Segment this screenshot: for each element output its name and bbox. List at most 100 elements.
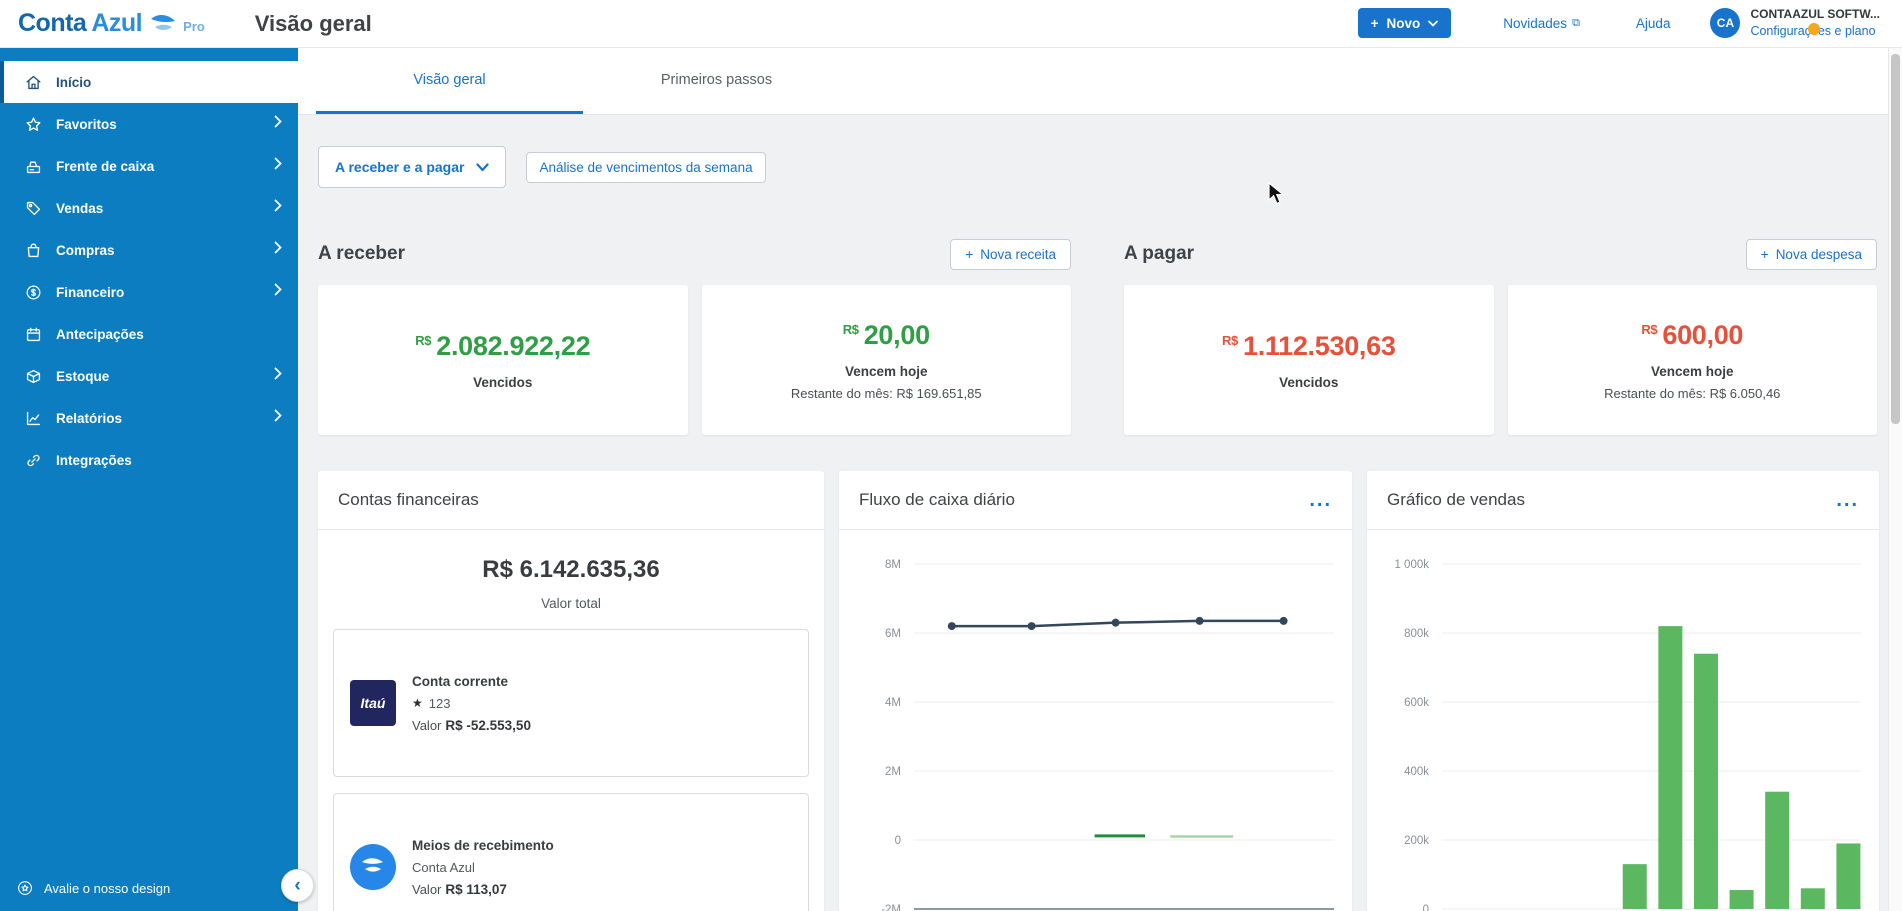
sidebar-item-integracoes[interactable]: Integrações [0, 439, 298, 481]
svg-text:0: 0 [1423, 904, 1429, 911]
sidebar-item-financeiro[interactable]: Financeiro [0, 271, 298, 313]
payable-today-label: Vencem hoje [1650, 363, 1734, 379]
chevron-right-icon [274, 157, 282, 175]
receivable-title: A receber [318, 243, 405, 264]
account-value: R$ 113,07 [445, 881, 507, 897]
avatar[interactable]: CA [1710, 8, 1741, 39]
brand-conta: Conta [18, 9, 87, 37]
cashflow-panel-title: Fluxo de caixa diário [859, 490, 1015, 509]
svg-text:2M: 2M [885, 766, 901, 778]
itau-logo: Itaú [350, 680, 396, 726]
chevron-right-icon [274, 199, 282, 217]
account-name: Conta corrente [412, 673, 509, 689]
vertical-scrollbar[interactable] [1888, 48, 1902, 911]
receivable-overdue-amount: 2.082.922,22 [436, 330, 591, 361]
receivable-overdue-label: Vencidos [473, 374, 533, 390]
star-circle-icon [16, 879, 34, 897]
account-bank: Conta Azul [412, 859, 475, 875]
chevron-right-icon [274, 283, 282, 301]
receivable-overdue-card[interactable]: R$ 2.082.922,22 Vencidos [318, 285, 688, 435]
shopping-bag-icon [24, 241, 43, 260]
receivable-today-label: Vencem hoje [844, 363, 928, 379]
chevron-down-icon [476, 162, 490, 172]
rate-design-link[interactable]: Avalie o nosso design [16, 879, 170, 897]
brand-azul: Azul [91, 9, 143, 37]
accounts-total: R$ 6.142.635,36 [482, 556, 660, 583]
sidebar-item-frente-de-caixa[interactable]: Frente de caixa [0, 145, 298, 187]
sidebar-item-compras[interactable]: Compras [0, 229, 298, 271]
account-name: Meios de recebimento [412, 837, 554, 853]
accounts-panel: Contas financeiras R$ 6.142.635,36 Valor… [318, 471, 824, 911]
main-content: Visão geral Primeiros passos A receber e… [298, 48, 1888, 911]
plus-icon: + [1760, 246, 1769, 262]
receivable-month-rest: Restante do mês: R$ 169.651,85 [790, 385, 982, 401]
page-title: Visão geral [254, 10, 372, 36]
svg-text:-2M: -2M [881, 904, 901, 911]
sidebar-item-relatorios[interactable]: Relatórios [0, 397, 298, 439]
sidebar-item-inicio[interactable]: Início [0, 61, 298, 103]
receivable-section: A receber + Nova receita R$ 2.082.922,22 … [318, 238, 1071, 435]
account-rating: 123 [428, 695, 451, 711]
receber-pagar-dropdown[interactable]: A receber e a pagar [318, 146, 507, 188]
payable-overdue-amount: 1.112.530,63 [1242, 330, 1396, 361]
sales-panel-title: Gráfico de vendas [1387, 490, 1525, 509]
chevron-right-icon [274, 409, 282, 427]
svg-text:200k: 200k [1404, 835, 1429, 847]
tag-icon [24, 199, 43, 218]
receivable-today-amount: 20,00 [863, 319, 930, 350]
cash-register-icon [24, 157, 43, 176]
payable-today-card[interactable]: R$ 600,00 Vencem hoje Restante do mês: R$… [1507, 285, 1877, 435]
nova-receita-button[interactable]: + Nova receita [950, 238, 1071, 270]
brand-logo[interactable]: Conta Azul Pro [18, 9, 205, 38]
contaazul-logo-icon [350, 844, 396, 890]
svg-text:800k: 800k [1404, 628, 1429, 640]
account-item-contaazul[interactable]: Meios de recebimento Conta Azul Valor R$ … [333, 793, 809, 911]
external-link-icon: ⧉ [1572, 16, 1580, 29]
cashflow-panel: Fluxo de caixa diário ... 8M 6M 4M 2M 0 -2M [839, 471, 1352, 911]
sales-menu-button[interactable]: ... [1836, 490, 1859, 510]
sales-chart: 1 000k 800k 600k 400k 200k 0 [1367, 530, 1879, 911]
chevron-down-icon [1428, 20, 1439, 27]
chevron-right-icon [274, 367, 282, 385]
payable-today-amount: 600,00 [1662, 319, 1744, 350]
svg-text:4M: 4M [885, 697, 901, 709]
svg-text:1 000k: 1 000k [1394, 559, 1429, 571]
calendar-icon [24, 325, 43, 344]
tab-visao-geral[interactable]: Visão geral [316, 48, 583, 114]
payable-overdue-label: Vencidos [1279, 374, 1339, 390]
accounts-total-label: Valor total [541, 596, 601, 611]
analise-vencimentos-button[interactable]: Análise de vencimentos da semana [526, 151, 766, 183]
payable-section: A pagar + Nova despesa R$ 1.112.530,63 Ve… [1124, 238, 1877, 435]
cashflow-menu-button[interactable]: ... [1309, 490, 1332, 510]
tab-primeiros-passos[interactable]: Primeiros passos [583, 48, 850, 114]
sidebar-item-antecipacoes[interactable]: Antecipações [0, 313, 298, 355]
novo-button[interactable]: + Novo [1357, 8, 1452, 39]
chevron-right-icon [274, 115, 282, 133]
company-name: CONTAAZUL SOFTW... [1750, 7, 1880, 22]
plus-icon: + [1370, 15, 1379, 31]
accounts-panel-title: Contas financeiras [338, 490, 479, 509]
nova-despesa-button[interactable]: + Nova despesa [1745, 238, 1877, 270]
account-block: CONTAAZUL SOFTW... Configurações e plano [1750, 6, 1880, 40]
svg-text:8M: 8M [885, 559, 901, 571]
sidebar-item-estoque[interactable]: Estoque [0, 355, 298, 397]
tab-bar: Visão geral Primeiros passos [298, 48, 1888, 115]
star-icon: ★ [412, 696, 423, 710]
sales-panel: Gráfico de vendas ... 1 000k 800k 600k 400k… [1367, 471, 1879, 911]
account-item-itau[interactable]: Itaú Conta corrente ★ 123 Valor R$ -52.55… [333, 629, 809, 777]
sidebar: Início Favoritos Frente de caixa Vendas … [0, 48, 314, 911]
receivable-today-card[interactable]: R$ 20,00 Vencem hoje Restante do mês: R$ … [701, 285, 1071, 435]
svg-text:400k: 400k [1404, 766, 1429, 778]
contaazul-swoosh-icon [148, 12, 178, 36]
box-icon [24, 367, 43, 386]
collapse-sidebar-button[interactable]: ‹ [281, 869, 314, 902]
scrollbar-thumb[interactable] [1891, 54, 1900, 424]
sidebar-item-vendas[interactable]: Vendas [0, 187, 298, 229]
novidades-link[interactable]: Novidades ⧉ [1503, 16, 1580, 31]
ajuda-link[interactable]: Ajuda [1636, 16, 1671, 31]
home-icon [24, 73, 43, 92]
payable-month-rest: Restante do mês: R$ 6.050,46 [1604, 385, 1781, 401]
sidebar-item-favoritos[interactable]: Favoritos [0, 103, 298, 145]
svg-text:6M: 6M [885, 628, 901, 640]
payable-overdue-card[interactable]: R$ 1.112.530,63 Vencidos [1124, 285, 1494, 435]
